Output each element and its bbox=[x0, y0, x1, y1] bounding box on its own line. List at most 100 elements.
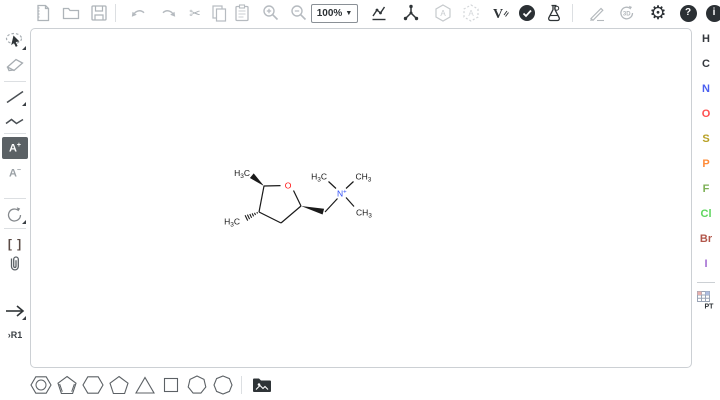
atom-label-methyl-c5[interactable]: H3C bbox=[234, 168, 250, 180]
wedge-bond-c2-ch2[interactable] bbox=[301, 206, 324, 215]
sgroup-button[interactable]: [ ] bbox=[2, 233, 28, 255]
cyclopentane-template-button[interactable] bbox=[106, 372, 132, 398]
atom-palette-list: H C N O S P F Cl Br I bbox=[694, 30, 718, 280]
element-symbol: Br bbox=[700, 233, 712, 245]
element-symbol: Cl bbox=[701, 208, 712, 220]
atom-label-methyl-c4[interactable]: H3C bbox=[224, 217, 240, 229]
dearomatize-button[interactable]: A bbox=[458, 1, 484, 25]
cyclooctane-template-button[interactable] bbox=[210, 372, 236, 398]
about-button[interactable]: i bbox=[701, 1, 720, 25]
charge-plus-button[interactable]: A+ bbox=[2, 137, 28, 159]
undo-button[interactable] bbox=[126, 1, 152, 25]
help-button[interactable]: ? bbox=[675, 1, 701, 25]
hash-bond-c4-methyl[interactable] bbox=[245, 212, 257, 221]
stereo-cip-button[interactable]: V bbox=[488, 1, 514, 25]
calculated-values-icon bbox=[544, 3, 564, 23]
toolbar-separator bbox=[115, 4, 116, 22]
atom-button[interactable]: C bbox=[694, 55, 718, 73]
atom-label-oxygen[interactable]: O bbox=[285, 181, 292, 191]
cut-button[interactable]: ✂ bbox=[182, 1, 208, 25]
bond-n-ch3-a[interactable] bbox=[329, 182, 337, 189]
atom-button[interactable]: S bbox=[694, 130, 718, 148]
recognize-icon bbox=[587, 3, 607, 23]
cyclopentadiene-template-icon bbox=[56, 374, 78, 396]
paste-button[interactable] bbox=[229, 1, 255, 25]
save-button[interactable] bbox=[86, 1, 112, 25]
cycloheptane-template-button[interactable] bbox=[184, 372, 210, 398]
eraser-icon bbox=[4, 54, 26, 76]
cyclohexane-template-icon bbox=[82, 374, 104, 396]
bond-n-ch3-b[interactable] bbox=[346, 182, 354, 189]
template-library-button[interactable] bbox=[249, 372, 275, 398]
chevron-down-icon: ▼ bbox=[345, 10, 352, 17]
zoom-out-icon bbox=[289, 3, 309, 23]
top-toolbar: ✂ 100% ▼ A bbox=[0, 0, 720, 28]
eraser-button[interactable] bbox=[2, 54, 28, 76]
atom-button[interactable]: N bbox=[694, 80, 718, 98]
template-toolbar bbox=[0, 370, 720, 400]
aromatize-button[interactable]: A bbox=[430, 1, 456, 25]
single-bond-button[interactable] bbox=[2, 86, 28, 108]
zoom-in-button[interactable] bbox=[258, 1, 284, 25]
paperclip-icon bbox=[4, 254, 26, 276]
atom-button[interactable]: Br bbox=[694, 230, 718, 248]
atom-button[interactable]: F bbox=[694, 180, 718, 198]
atom-button[interactable]: Cl bbox=[694, 205, 718, 223]
atom-label-nitrogen[interactable]: N+ bbox=[337, 189, 347, 199]
open-button[interactable] bbox=[58, 1, 84, 25]
atom-label-n-methyl-c[interactable]: CH3 bbox=[356, 208, 372, 220]
new-document-button[interactable] bbox=[30, 1, 56, 25]
left-toolbar: A+ A− [ ] ›R1 bbox=[0, 28, 30, 370]
paste-icon bbox=[232, 3, 252, 23]
redo-button[interactable] bbox=[155, 1, 181, 25]
clean-up-icon bbox=[401, 3, 421, 23]
bond-c2-c3[interactable] bbox=[281, 206, 301, 223]
svg-text:A: A bbox=[440, 9, 446, 18]
drawing-canvas[interactable]: O N+ H3C H3C H3C CH3 CH3 bbox=[30, 28, 692, 368]
save-icon bbox=[89, 3, 109, 23]
bond-o-c2[interactable] bbox=[294, 191, 302, 207]
dropdown-corner bbox=[22, 316, 26, 320]
clean-up-button[interactable] bbox=[398, 1, 424, 25]
charge-minus-button[interactable]: A− bbox=[2, 162, 28, 184]
cyclopropane-template-button[interactable] bbox=[132, 372, 158, 398]
atom-button[interactable]: O bbox=[694, 105, 718, 123]
atom-label-n-methyl-a[interactable]: H3C bbox=[311, 172, 327, 184]
atom-button[interactable]: I bbox=[694, 255, 718, 273]
cyclohexane-template-button[interactable] bbox=[80, 372, 106, 398]
wedge-bond-c5-methyl[interactable] bbox=[250, 173, 264, 186]
zoom-level-dropdown[interactable]: 100% ▼ bbox=[311, 4, 358, 23]
recognize-button[interactable] bbox=[584, 1, 610, 25]
molecule-structure[interactable]: O N+ H3C H3C H3C CH3 CH3 bbox=[31, 29, 693, 369]
bond-ch2-n[interactable] bbox=[325, 199, 338, 213]
charge-minus-icon: A− bbox=[9, 167, 21, 180]
zoom-out-button[interactable] bbox=[286, 1, 312, 25]
cyclopentadiene-template-button[interactable] bbox=[54, 372, 80, 398]
element-symbol: O bbox=[702, 108, 711, 120]
bond-c4-c5[interactable] bbox=[259, 186, 264, 212]
reaction-arrow-button[interactable] bbox=[2, 300, 28, 322]
cyclooctane-template-icon bbox=[212, 374, 234, 396]
atom-button[interactable]: H bbox=[694, 30, 718, 48]
lasso-selection-button[interactable] bbox=[2, 30, 28, 52]
check-structure-button[interactable] bbox=[514, 1, 540, 25]
bond-n-ch3-c[interactable] bbox=[346, 198, 354, 207]
atom-button[interactable]: P bbox=[694, 155, 718, 173]
chain-button[interactable] bbox=[2, 110, 28, 132]
rgroup-button[interactable]: ›R1 bbox=[2, 324, 28, 346]
benzene-template-button[interactable] bbox=[28, 372, 54, 398]
rgroup-icon: ›R1 bbox=[8, 330, 23, 340]
3d-viewer-button[interactable]: 3D bbox=[614, 1, 640, 25]
rotate-button[interactable] bbox=[2, 204, 28, 226]
calculated-values-button[interactable] bbox=[541, 1, 567, 25]
element-symbol: I bbox=[704, 258, 707, 270]
atom-label-n-methyl-b[interactable]: CH3 bbox=[356, 172, 372, 184]
attach-button[interactable] bbox=[2, 254, 28, 276]
zoom-in-icon bbox=[261, 3, 281, 23]
bond-c3-c4[interactable] bbox=[259, 212, 281, 223]
svg-text:A: A bbox=[468, 9, 474, 18]
settings-button[interactable]: ⚙ bbox=[645, 1, 671, 25]
layout-button[interactable] bbox=[366, 1, 392, 25]
cyclobutane-template-button[interactable] bbox=[158, 372, 184, 398]
periodic-table-button[interactable]: PT bbox=[694, 288, 718, 312]
